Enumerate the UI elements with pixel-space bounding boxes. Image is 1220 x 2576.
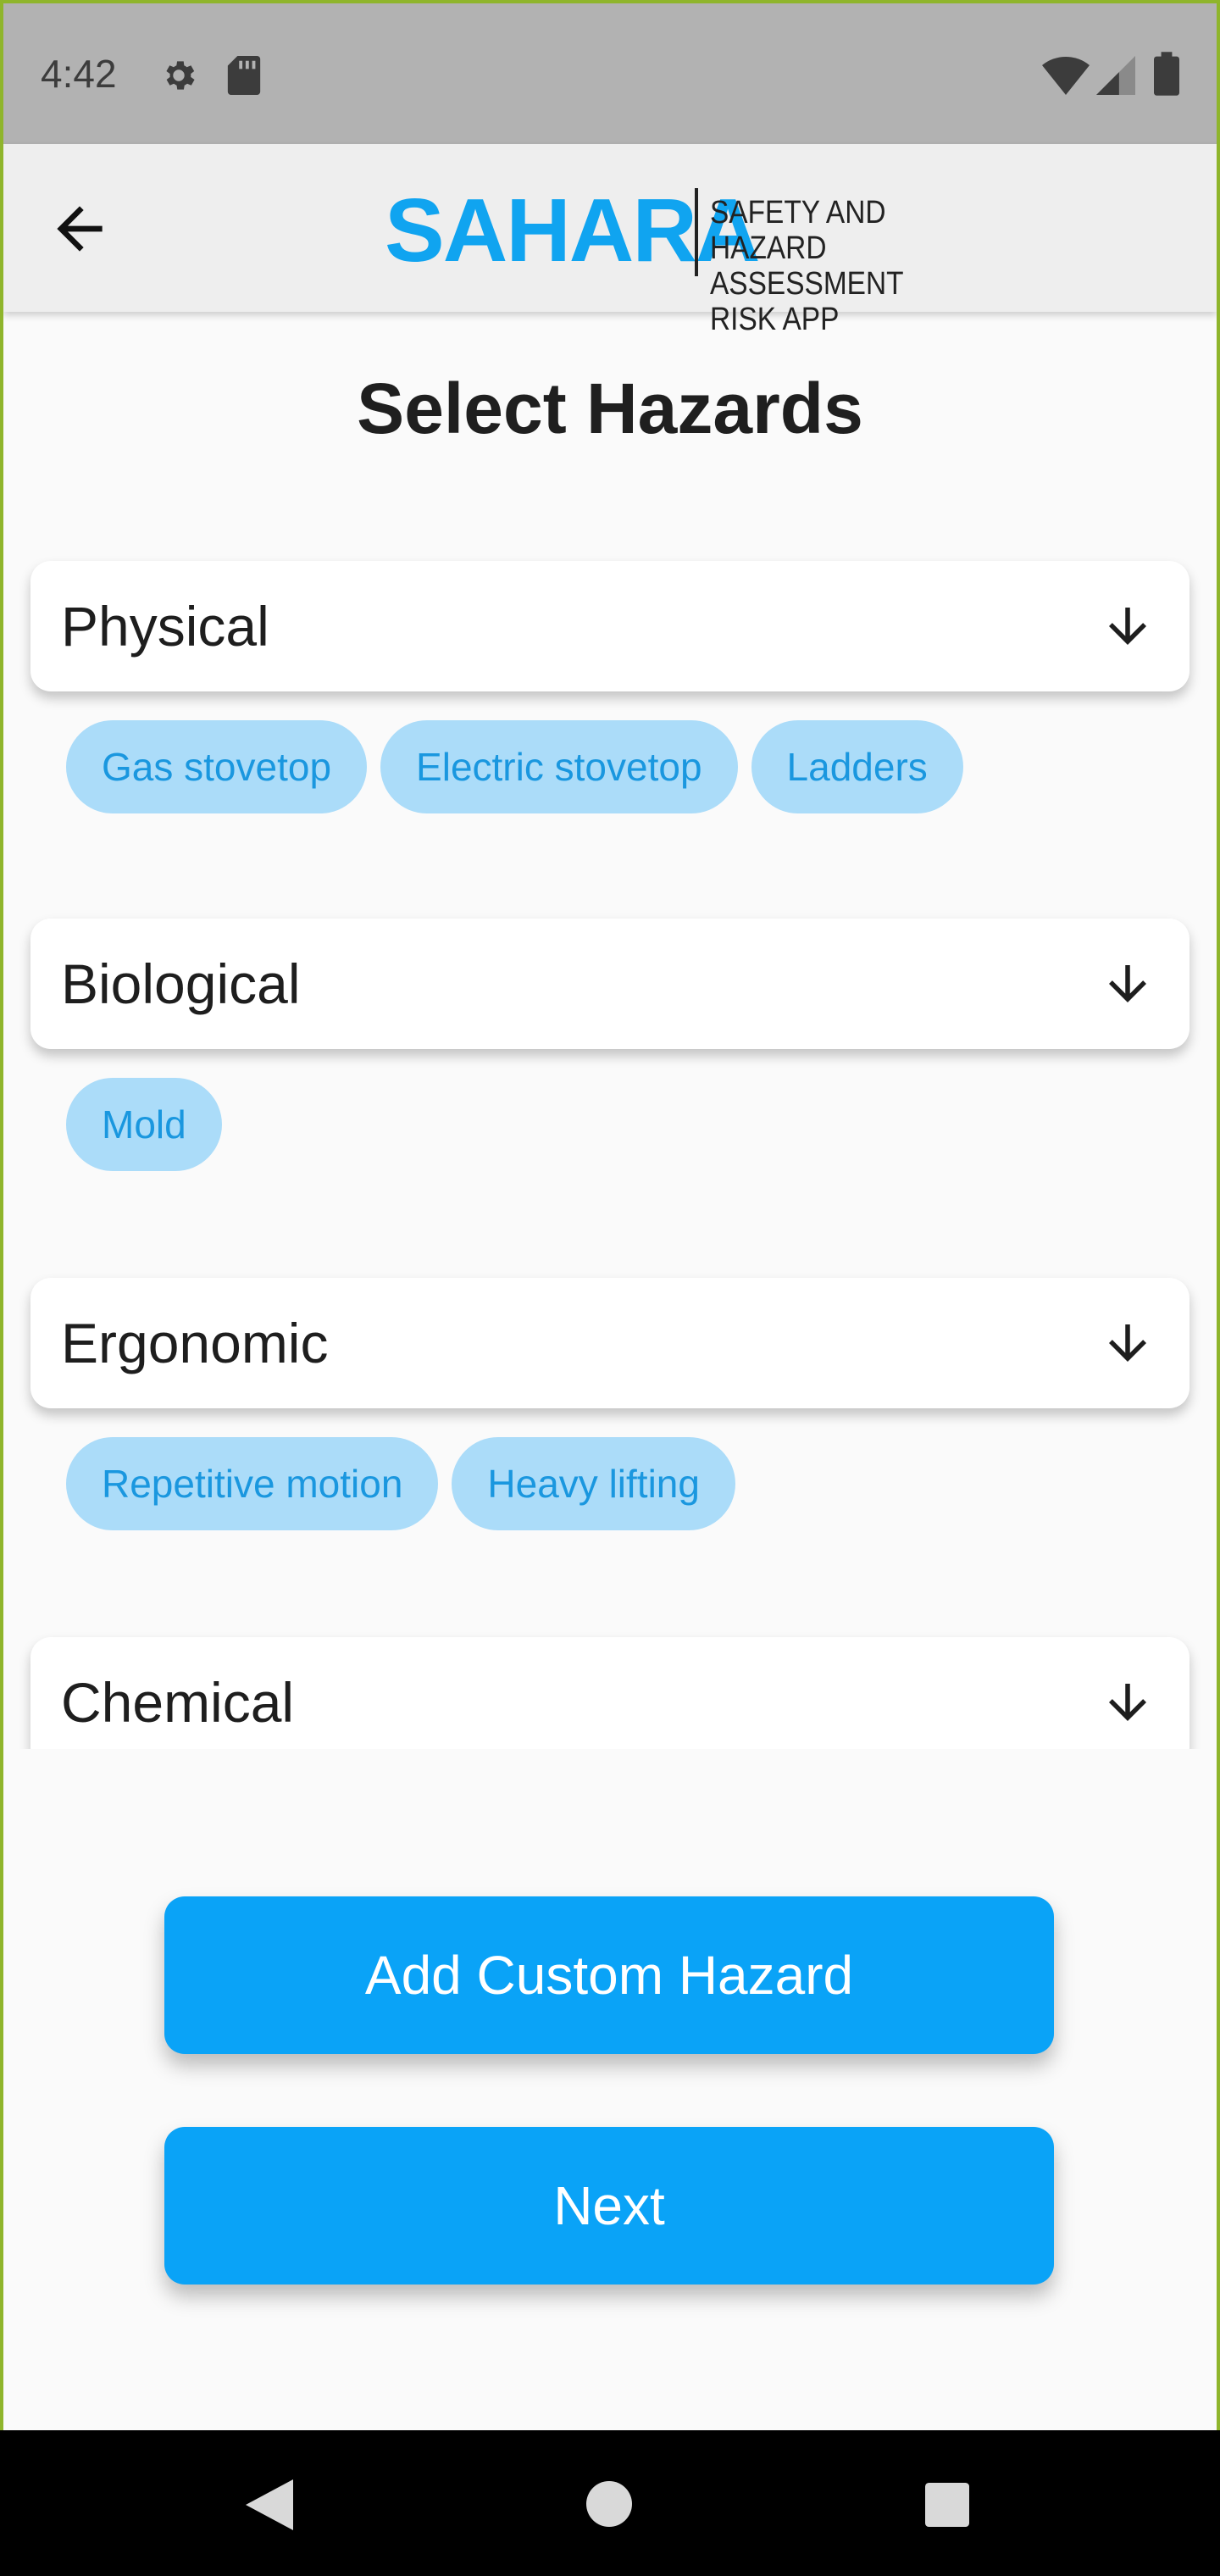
hazard-chip[interactable]: Ladders [751,720,963,813]
app-screen: 4:42 SAHARA SAFETY AND HAZARD ASSESSMENT… [3,3,1217,2573]
category-label: Physical [61,595,269,658]
nav-back-icon[interactable] [246,2479,293,2530]
arrow-down-icon[interactable] [1100,1674,1156,1730]
category-label: Ergonomic [61,1312,329,1374]
category-ergonomic[interactable]: Ergonomic [30,1278,1190,1408]
sd-card-icon [227,56,261,95]
logo-tagline-line1: SAFETY AND HAZARD [710,195,886,266]
app-logo: SAHARA SAFETY AND HAZARD ASSESSMENT RISK… [385,180,1012,337]
add-custom-hazard-button[interactable]: Add Custom Hazard [164,1896,1054,2054]
hazard-chip[interactable]: Electric stovetop [380,720,738,813]
logo-wordmark: SAHARA [385,180,760,280]
signal-icon [1096,56,1135,95]
arrow-down-icon[interactable] [1100,598,1156,654]
app-bar: SAHARA SAFETY AND HAZARD ASSESSMENT RISK… [3,144,1217,337]
arrow-down-icon[interactable] [1100,1315,1156,1371]
category-biological[interactable]: Biological [30,919,1190,1049]
chips-ergonomic: Repetitive motion Heavy lifting [66,1437,735,1530]
system-nav-bar [0,2430,1220,2576]
hazard-chip[interactable]: Heavy lifting [452,1437,735,1530]
hazard-chip[interactable]: Gas stovetop [66,720,368,813]
arrow-left-icon[interactable] [46,195,114,263]
category-label: Chemical [61,1671,295,1734]
chips-biological: Mold [66,1078,222,1171]
nav-home-icon[interactable] [586,2481,632,2527]
gear-icon [166,61,195,90]
status-time: 4:42 [41,52,117,96]
chips-physical: Gas stovetop Electric stovetop Ladders [66,720,963,813]
category-label: Biological [61,952,301,1015]
logo-separator [695,188,698,276]
hazard-chip[interactable]: Repetitive motion [66,1437,439,1530]
status-bar: 4:42 [3,3,1217,144]
next-button[interactable]: Next [164,2127,1054,2285]
page-title: Select Hazards [357,369,863,448]
hazard-chip[interactable]: Mold [66,1078,222,1171]
hazard-category-list[interactable]: Physical Gas stovetop Electric stovetop … [3,512,1217,1749]
wifi-icon [1042,56,1090,95]
category-physical[interactable]: Physical [30,561,1190,691]
battery-icon [1154,52,1179,96]
logo-tagline-line2: ASSESSMENT RISK APP [710,266,903,337]
arrow-down-icon[interactable] [1100,956,1156,1012]
category-chemical[interactable]: Chemical [30,1637,1190,1749]
logo-tagline: SAFETY AND HAZARD ASSESSMENT RISK APP [710,195,975,337]
nav-recents-icon[interactable] [925,2483,969,2527]
